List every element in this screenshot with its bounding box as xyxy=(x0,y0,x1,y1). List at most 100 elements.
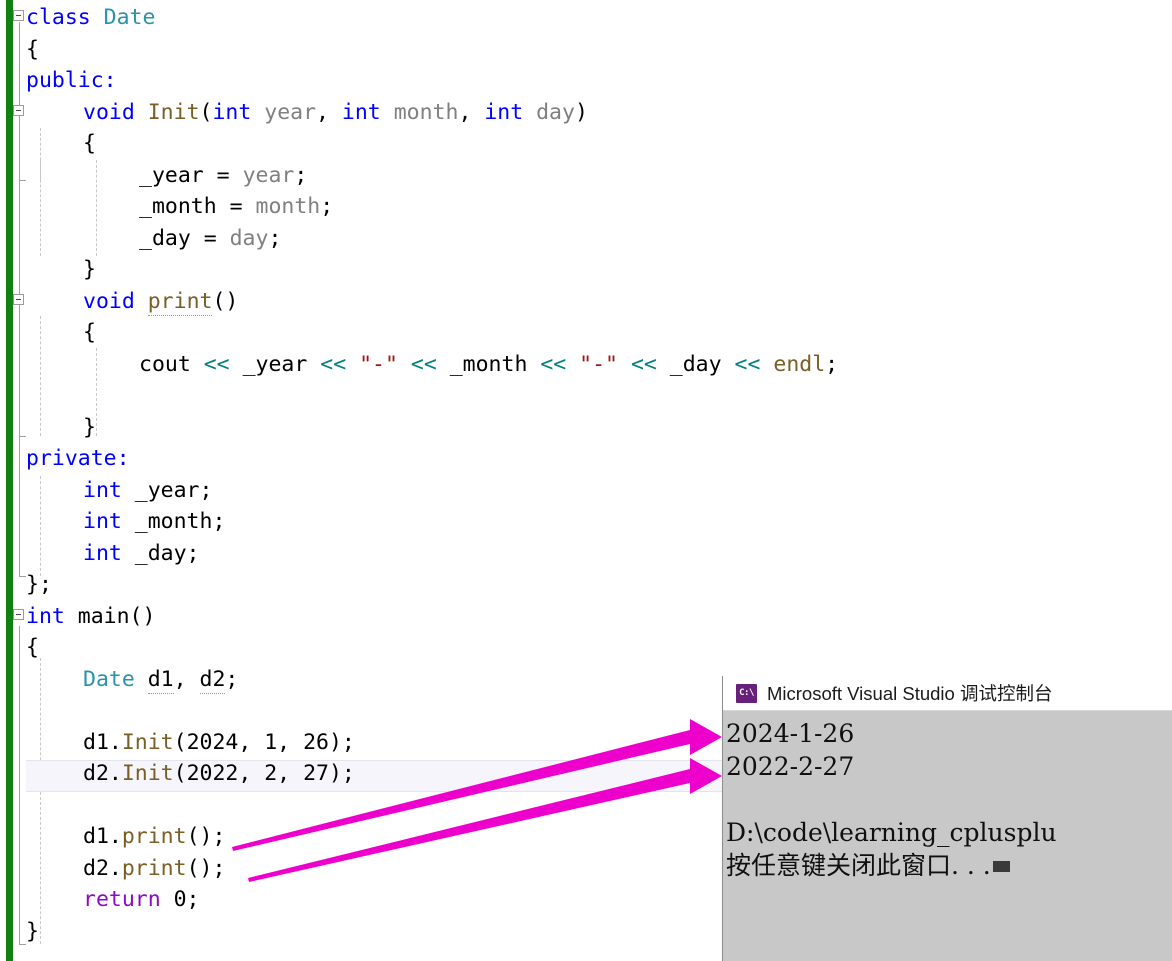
debug-console-window[interactable]: C:\ Microsoft Visual Studio 调试控制台 2024-1… xyxy=(722,676,1172,961)
token-keyword-int: int xyxy=(26,603,78,629)
token-var-d1: d1 xyxy=(83,824,109,849)
token-member-day: _day; xyxy=(134,540,200,566)
console-output-line-1: 2024-1-26 xyxy=(726,719,855,748)
token-keyword-int-3: int xyxy=(484,99,537,125)
token-shift-2: << xyxy=(320,351,360,377)
console-output: 2024-1-26 2022-2-27 D:\code\learning_cpl… xyxy=(723,711,1172,882)
code-line-21[interactable]: { xyxy=(26,632,39,664)
token-args-2024-1-26: (2024, 1, 26); xyxy=(173,729,355,755)
token-function-print: print xyxy=(147,288,213,316)
token-parens-semi: (); xyxy=(186,824,226,849)
token-brace: } xyxy=(83,257,96,282)
code-line-27[interactable]: d1.print(); xyxy=(26,821,225,853)
token-shift-6: << xyxy=(734,351,774,377)
token-param-day: day xyxy=(536,99,575,125)
token-string-dash-2: "-" xyxy=(579,351,619,377)
token-brace: { xyxy=(26,635,39,660)
code-line-1[interactable]: class Date xyxy=(26,2,155,34)
console-output-blank xyxy=(726,783,1172,816)
token-comma-1: , xyxy=(316,99,342,125)
token-keyword-void: void xyxy=(83,99,148,125)
console-titlebar[interactable]: C:\ Microsoft Visual Studio 调试控制台 xyxy=(723,676,1172,711)
code-line-5[interactable]: { xyxy=(26,128,96,160)
code-line-3[interactable]: public: xyxy=(26,65,117,97)
token-endl: endl xyxy=(773,351,826,377)
code-line-10[interactable]: void print() xyxy=(26,286,238,318)
token-param-month: month xyxy=(255,194,321,219)
token-comma-2: , xyxy=(458,99,485,125)
token-function-print: print xyxy=(121,855,187,881)
token-member-day: _day xyxy=(669,351,735,377)
code-line-18[interactable]: int _day; xyxy=(26,538,200,570)
token-paren-open: ( xyxy=(199,99,213,125)
code-line-11[interactable]: { xyxy=(26,317,96,349)
token-comma: , xyxy=(173,666,200,692)
code-line-8[interactable]: _day = day; xyxy=(26,223,281,255)
token-brace: } xyxy=(26,918,39,944)
token-semicolon: ; xyxy=(268,225,282,251)
token-function-init: Init xyxy=(121,729,174,755)
code-line-15[interactable]: private: xyxy=(26,443,130,475)
token-paren-close: ) xyxy=(574,99,588,125)
token-param-day: day xyxy=(229,225,269,251)
code-line-30[interactable]: } xyxy=(26,916,39,948)
token-function-init: Init xyxy=(147,99,200,125)
code-line-29[interactable]: return 0; xyxy=(26,884,200,916)
token-brace: { xyxy=(26,36,39,62)
token-cout: cout xyxy=(139,351,204,377)
code-line-14[interactable]: } xyxy=(26,412,96,444)
code-line-22[interactable]: Date d1, d2; xyxy=(26,664,238,696)
token-var-d2: d2 xyxy=(199,666,226,694)
token-semicolon: ; xyxy=(225,666,239,692)
token-semicolon: ; xyxy=(825,351,839,377)
token-shift-3: << xyxy=(397,351,450,377)
token-shift-5: << xyxy=(618,351,670,377)
token-brace: } xyxy=(83,414,96,440)
token-dot: . xyxy=(108,855,122,881)
token-keyword-int-2: int xyxy=(341,99,394,125)
token-member-month: _month = xyxy=(139,194,256,219)
token-dot: . xyxy=(108,729,122,755)
code-line-19[interactable]: }; xyxy=(26,569,52,601)
token-keyword-int: int xyxy=(83,477,135,503)
token-keyword-void: void xyxy=(83,288,148,314)
token-member-month: _month xyxy=(449,351,541,377)
code-line-16[interactable]: int _year; xyxy=(26,475,212,507)
console-output-line-2: 2022-2-27 xyxy=(726,752,855,781)
token-param-year: year xyxy=(264,99,317,125)
code-line-24[interactable]: d1.Init(2024, 1, 26); xyxy=(26,727,355,759)
code-line-2[interactable]: { xyxy=(26,34,39,66)
token-keyword-return: return xyxy=(83,887,174,912)
token-function-print: print xyxy=(121,824,187,849)
token-parens: () xyxy=(212,288,239,314)
token-param-year: year xyxy=(242,162,295,188)
code-line-6[interactable]: _year = year; xyxy=(26,160,307,192)
console-cursor xyxy=(992,861,1010,872)
token-param-month: month xyxy=(393,99,459,125)
token-parens-semi: (); xyxy=(186,855,226,881)
code-line-9[interactable]: } xyxy=(26,254,96,286)
token-keyword-int: int xyxy=(83,540,135,566)
code-line-7[interactable]: _month = month; xyxy=(26,191,333,223)
code-line-12[interactable]: cout << _year << "-" << _month << "-" <<… xyxy=(26,349,838,381)
token-brace: { xyxy=(83,320,96,345)
console-output-prompt: 按任意键关闭此窗口. . . xyxy=(726,849,1172,882)
token-args-2022-2-27: (2022, 2, 27); xyxy=(173,761,355,786)
token-member-year: _year = xyxy=(139,162,243,188)
console-output-path: D:\code\learning_cplusplu xyxy=(726,818,1057,847)
token-keyword-int: int xyxy=(83,509,135,534)
token-shift-1: << xyxy=(203,351,243,377)
token-var-d2: d2 xyxy=(83,761,109,786)
token-member-year: _year; xyxy=(134,477,213,503)
code-line-17[interactable]: int _month; xyxy=(26,506,225,538)
token-keyword-class: class xyxy=(26,5,104,30)
token-type-date: Date xyxy=(83,666,148,692)
code-line-28[interactable]: d2.print(); xyxy=(26,853,225,885)
code-line-20[interactable]: int main() xyxy=(26,601,155,633)
token-keyword-public: public: xyxy=(26,68,117,93)
token-shift-4: << xyxy=(540,351,580,377)
token-brace: { xyxy=(83,131,96,156)
code-line-4[interactable]: void Init(int year, int month, int day) xyxy=(26,97,588,129)
token-var-d1: d1 xyxy=(83,729,109,755)
code-line-25[interactable]: d2.Init(2022, 2, 27); xyxy=(26,758,355,790)
